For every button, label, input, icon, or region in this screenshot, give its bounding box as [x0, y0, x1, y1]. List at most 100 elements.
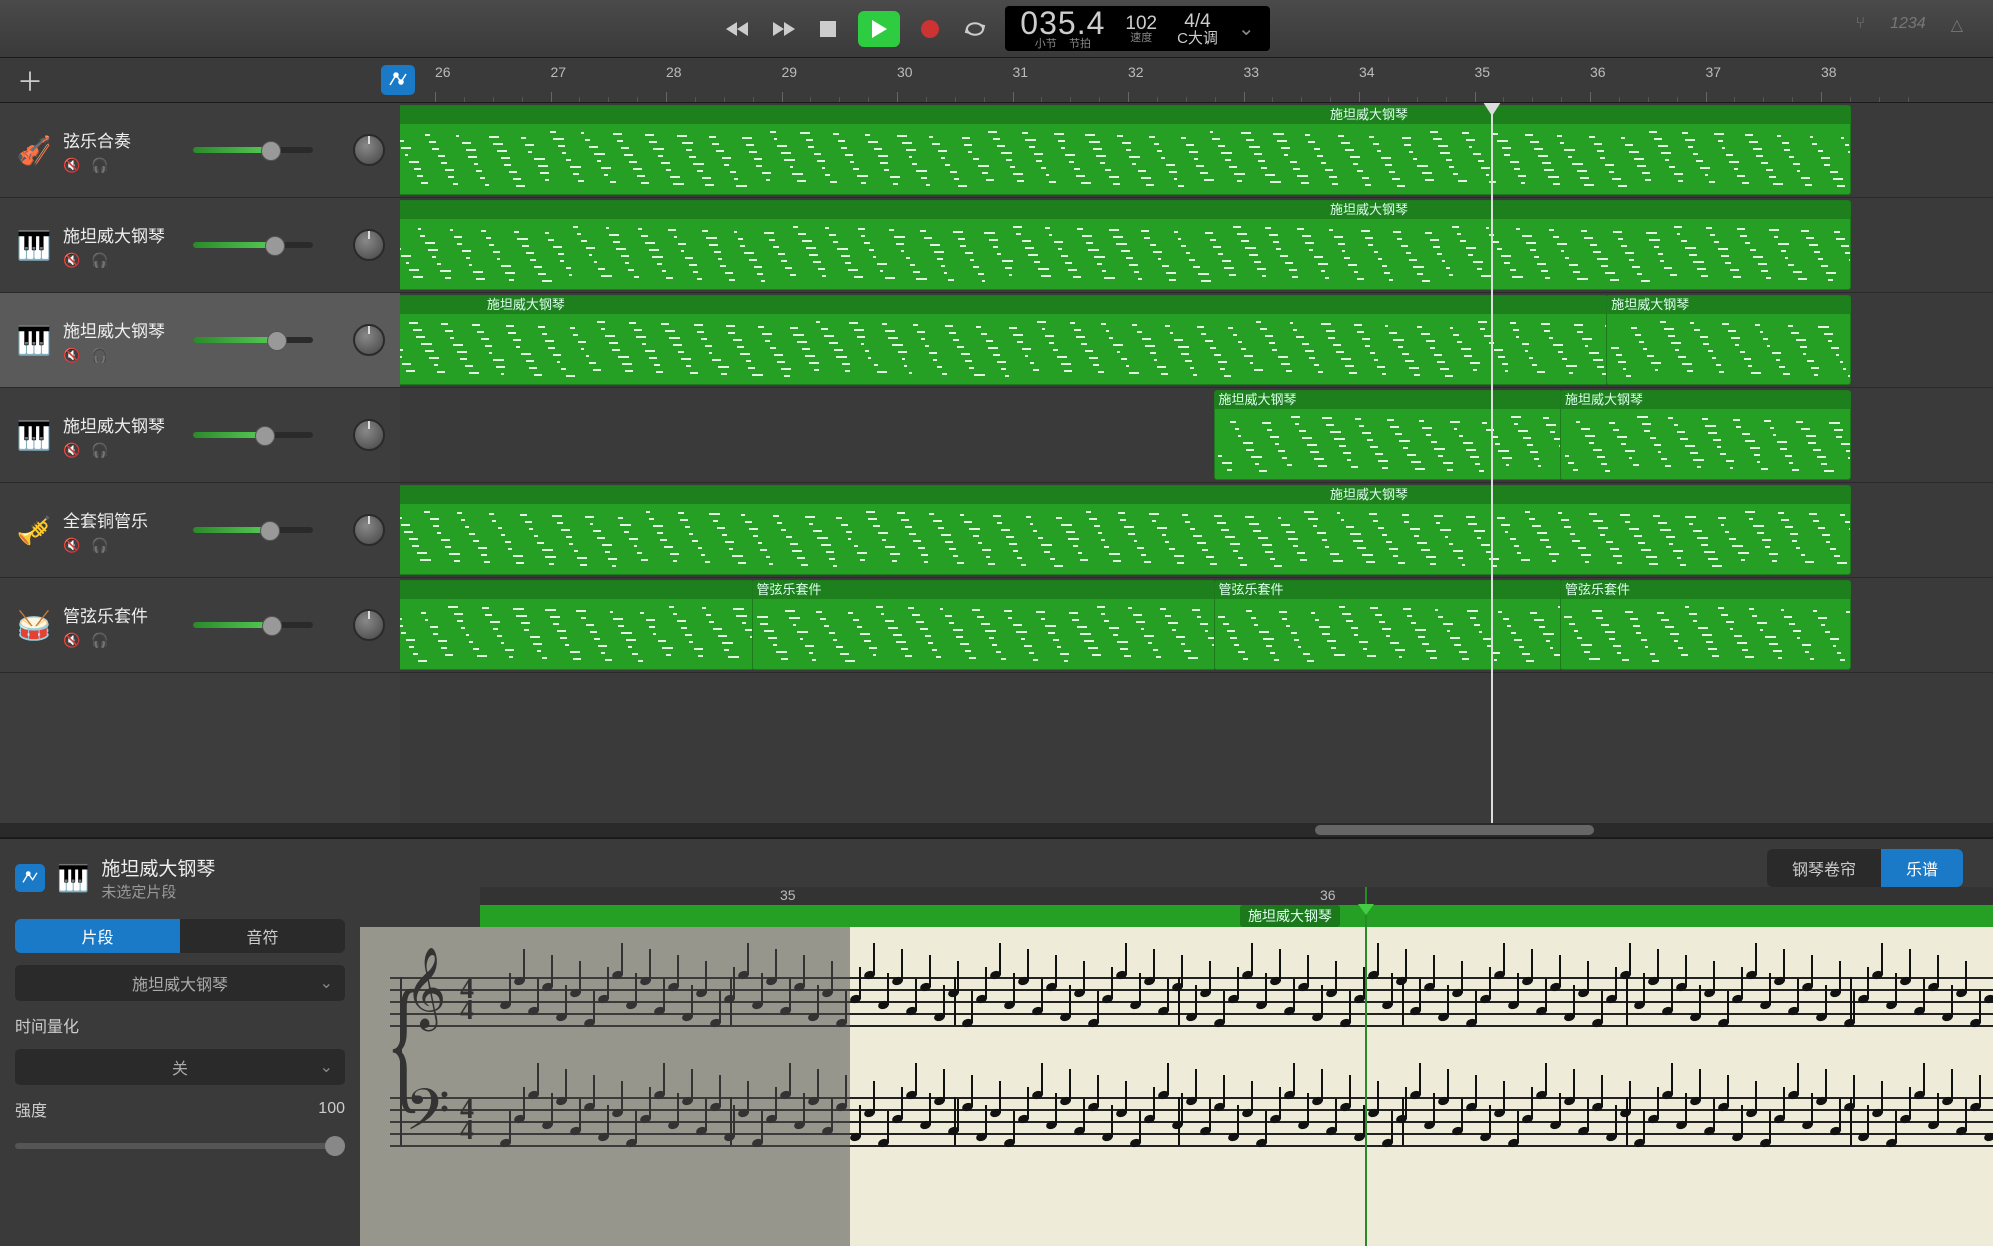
mute-icon[interactable]: 🔇: [63, 347, 83, 363]
region-label: 施坦威大钢琴: [400, 201, 1850, 219]
region-label: 施坦威大钢琴: [400, 486, 1850, 504]
velocity-slider[interactable]: [15, 1143, 345, 1149]
lcd-chevron-icon[interactable]: ⌄: [1238, 16, 1255, 41]
track-lane[interactable]: 施坦威大钢琴: [400, 198, 1993, 293]
track-header[interactable]: 🎺 全套铜管乐 🔇 🎧: [0, 483, 400, 578]
midi-region[interactable]: 管弦乐套件: [1214, 580, 1563, 670]
track-name: 施坦威大钢琴: [63, 317, 183, 342]
region-label: 施坦威大钢琴: [1215, 391, 1562, 409]
mute-icon[interactable]: 🔇: [63, 442, 83, 458]
tuning-fork-icon[interactable]: ⑂: [1855, 15, 1865, 35]
arrange-area[interactable]: 施坦威大钢琴施坦威大钢琴施坦威大钢琴施坦威大钢琴施坦威大钢琴施坦威大钢琴施坦威大…: [400, 103, 1993, 823]
score-ruler[interactable]: 3536: [480, 887, 1993, 905]
tab-piano-roll[interactable]: 钢琴卷帘: [1767, 849, 1881, 887]
mute-icon[interactable]: 🔇: [63, 537, 83, 553]
editor-automation-button[interactable]: [15, 864, 45, 892]
add-track-button[interactable]: ＋: [15, 65, 45, 95]
volume-slider[interactable]: [193, 147, 313, 153]
forward-button[interactable]: [768, 15, 798, 43]
transport-toolbar: 035.4小节 节拍 102速度 4/4C大调 ⌄ ⑂ 1234 △: [0, 0, 1993, 58]
pan-knob[interactable]: [353, 609, 385, 641]
headphone-icon[interactable]: 🎧: [91, 537, 111, 553]
midi-region[interactable]: 施坦威大钢琴: [400, 485, 1851, 575]
track-lane[interactable]: 施坦威大钢琴: [400, 103, 1993, 198]
track-header[interactable]: 🎻 弦乐合奏 🔇🎧: [0, 103, 400, 198]
midi-region[interactable]: 施坦威大钢琴: [400, 200, 1851, 290]
play-button[interactable]: [858, 11, 900, 47]
pan-knob[interactable]: [353, 514, 385, 546]
instrument-icon: 🎹: [15, 321, 53, 359]
score-inactive-overlay: [360, 927, 850, 1246]
ruler-tick: 36: [1590, 64, 1606, 80]
pan-knob[interactable]: [353, 134, 385, 166]
stop-button[interactable]: [813, 15, 843, 43]
bar-ruler[interactable]: 26272829303132333435363738: [430, 58, 1993, 102]
quantize-dropdown[interactable]: 关: [15, 1049, 345, 1085]
track-name: 管弦乐套件: [63, 602, 183, 627]
instrument-icon: 🎹: [15, 226, 53, 264]
mute-icon[interactable]: 🔇: [63, 157, 83, 173]
automation-button[interactable]: [381, 65, 415, 95]
track-header-list: 🎻 弦乐合奏 🔇🎧 🎹 施坦威大钢琴 🔇🎧 🎹 施坦威大钢琴 🔇🎧 🎹 施坦威大…: [0, 103, 400, 823]
tab-notes[interactable]: 音符: [180, 919, 345, 953]
volume-slider[interactable]: [193, 242, 313, 248]
position-display[interactable]: 035.4: [1020, 7, 1105, 39]
volume-slider[interactable]: [193, 622, 313, 628]
volume-slider[interactable]: [193, 337, 313, 343]
track-header[interactable]: 🎹 施坦威大钢琴 🔇 🎧: [0, 293, 400, 388]
track-header[interactable]: 🥁 管弦乐套件 🔇🎧: [0, 578, 400, 673]
instrument-icon: 🎺: [15, 511, 53, 549]
midi-region[interactable]: 施坦威大钢琴: [1214, 390, 1563, 480]
volume-slider[interactable]: [193, 432, 313, 438]
rewind-button[interactable]: [723, 15, 753, 43]
headphone-icon[interactable]: 🎧: [91, 252, 111, 268]
pan-knob[interactable]: [353, 324, 385, 356]
midi-region[interactable]: [400, 580, 754, 670]
headphone-icon[interactable]: 🎧: [91, 632, 111, 648]
track-lane[interactable]: 施坦威大钢琴施坦威大钢琴: [400, 293, 1993, 388]
tab-score[interactable]: 乐谱: [1881, 849, 1963, 887]
record-button[interactable]: [915, 15, 945, 43]
ruler-tick: 28: [666, 64, 682, 80]
score-region-bar[interactable]: 施坦威大钢琴: [480, 905, 1993, 927]
midi-region[interactable]: 施坦威大钢琴: [1560, 390, 1851, 480]
midi-region[interactable]: 管弦乐套件: [752, 580, 1216, 670]
metronome-icon[interactable]: △: [1951, 15, 1963, 35]
pan-knob[interactable]: [353, 419, 385, 451]
headphone-icon[interactable]: 🎧: [91, 442, 111, 458]
region-label: 管弦乐套件: [753, 581, 1215, 599]
headphone-icon[interactable]: 🎧: [91, 157, 111, 173]
cycle-button[interactable]: [960, 15, 990, 43]
h-scrollbar-thumb[interactable]: [1315, 825, 1594, 835]
timesig-display[interactable]: 4/4: [1184, 12, 1210, 31]
track-lane[interactable]: 施坦威大钢琴: [400, 483, 1993, 578]
headphone-icon[interactable]: 🎧: [91, 347, 111, 363]
midi-region[interactable]: 管弦乐套件: [1560, 580, 1851, 670]
ruler-tick: 37: [1706, 64, 1722, 80]
score-editor[interactable]: 钢琴卷帘 乐谱 3536 施坦威大钢琴 𝄞44𝄢44{: [360, 839, 1993, 1246]
note-display-icon[interactable]: 1234: [1890, 15, 1926, 35]
h-scrollbar[interactable]: [0, 823, 1993, 837]
midi-region[interactable]: 施坦威大钢琴: [400, 105, 1851, 195]
ruler-tick: 30: [897, 64, 913, 80]
key-display[interactable]: C大调: [1177, 31, 1218, 46]
mute-icon[interactable]: 🔇: [63, 252, 83, 268]
pan-knob[interactable]: [353, 229, 385, 261]
track-lane[interactable]: 管弦乐套件管弦乐套件管弦乐套件: [400, 578, 1993, 673]
mute-icon[interactable]: 🔇: [63, 632, 83, 648]
ruler-tick: 27: [551, 64, 567, 80]
track-lane[interactable]: 施坦威大钢琴施坦威大钢琴: [400, 388, 1993, 483]
region-label: 管弦乐套件: [1215, 581, 1562, 599]
midi-region[interactable]: 施坦威大钢琴: [1606, 295, 1851, 385]
instrument-dropdown[interactable]: 施坦威大钢琴: [15, 965, 345, 1001]
region-label: 施坦威大钢琴: [400, 296, 1607, 314]
track-name: 全套铜管乐: [63, 507, 183, 532]
midi-region[interactable]: 施坦威大钢琴: [400, 295, 1608, 385]
tab-region[interactable]: 片段: [15, 919, 180, 953]
track-header[interactable]: 🎹 施坦威大钢琴 🔇🎧: [0, 198, 400, 293]
tempo-display[interactable]: 102: [1125, 14, 1157, 33]
track-header[interactable]: 🎹 施坦威大钢琴 🔇🎧: [0, 388, 400, 483]
score-playhead[interactable]: [1365, 887, 1367, 1246]
volume-slider[interactable]: [193, 527, 313, 533]
playhead[interactable]: [1491, 103, 1493, 823]
